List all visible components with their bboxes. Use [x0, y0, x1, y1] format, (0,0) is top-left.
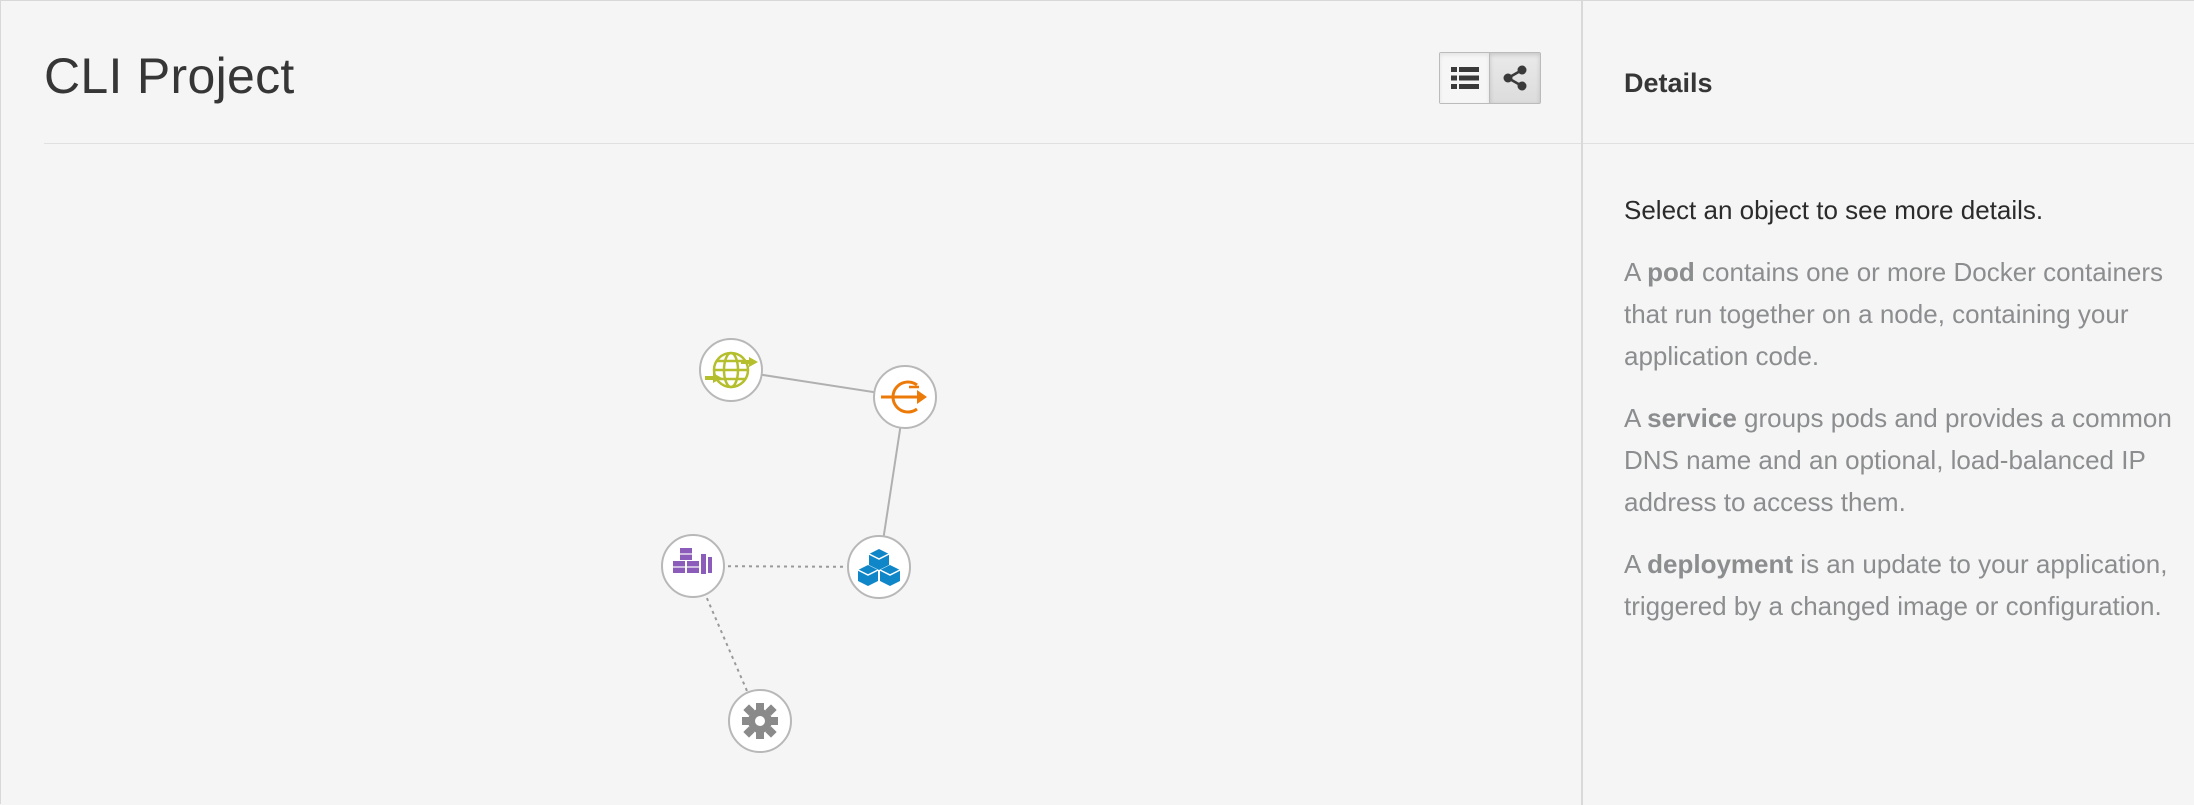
main-panel: CLI Project [1, 1, 1581, 805]
gear-icon [742, 703, 778, 739]
help-term-service: service [1647, 403, 1737, 433]
list-icon [1450, 67, 1479, 89]
list-view-button[interactable] [1440, 53, 1490, 103]
view-toggle [1439, 52, 1541, 104]
pod-node[interactable] [847, 535, 911, 599]
sidebar-title: Details [1624, 68, 1713, 98]
details-sidebar: Details Select an object to see more det… [1581, 1, 2194, 805]
help-pod: A pod contains one or more Docker contai… [1624, 251, 2184, 377]
help-deployment: A deployment is an update to your applic… [1624, 543, 2184, 627]
topology-view-button[interactable] [1490, 53, 1540, 103]
topology-canvas [1, 144, 1581, 805]
service-node[interactable] [873, 365, 937, 429]
build-config-node[interactable] [728, 689, 792, 753]
help-term-pod: pod [1647, 257, 1695, 287]
sidebar-body: Select an object to see more details. A … [1624, 189, 2184, 647]
app-frame: CLI Project Details Select an object to … [0, 0, 2194, 805]
page-title: CLI Project [44, 48, 295, 104]
topology-graph [661, 338, 937, 753]
help-service: A service groups pods and provides a com… [1624, 397, 2184, 523]
help-prefix: A [1624, 403, 1648, 433]
help-text: contains one or more Docker containers t… [1624, 257, 2164, 371]
sidebar-divider [1583, 143, 2194, 144]
route-node[interactable] [699, 338, 763, 402]
help-prefix: A [1624, 257, 1648, 287]
help-term-deployment: deployment [1647, 549, 1794, 579]
deployment-config-node[interactable] [661, 534, 725, 598]
share-icon [1503, 65, 1527, 91]
help-prefix: A [1624, 549, 1648, 579]
sidebar-lead: Select an object to see more details. [1624, 195, 2044, 225]
